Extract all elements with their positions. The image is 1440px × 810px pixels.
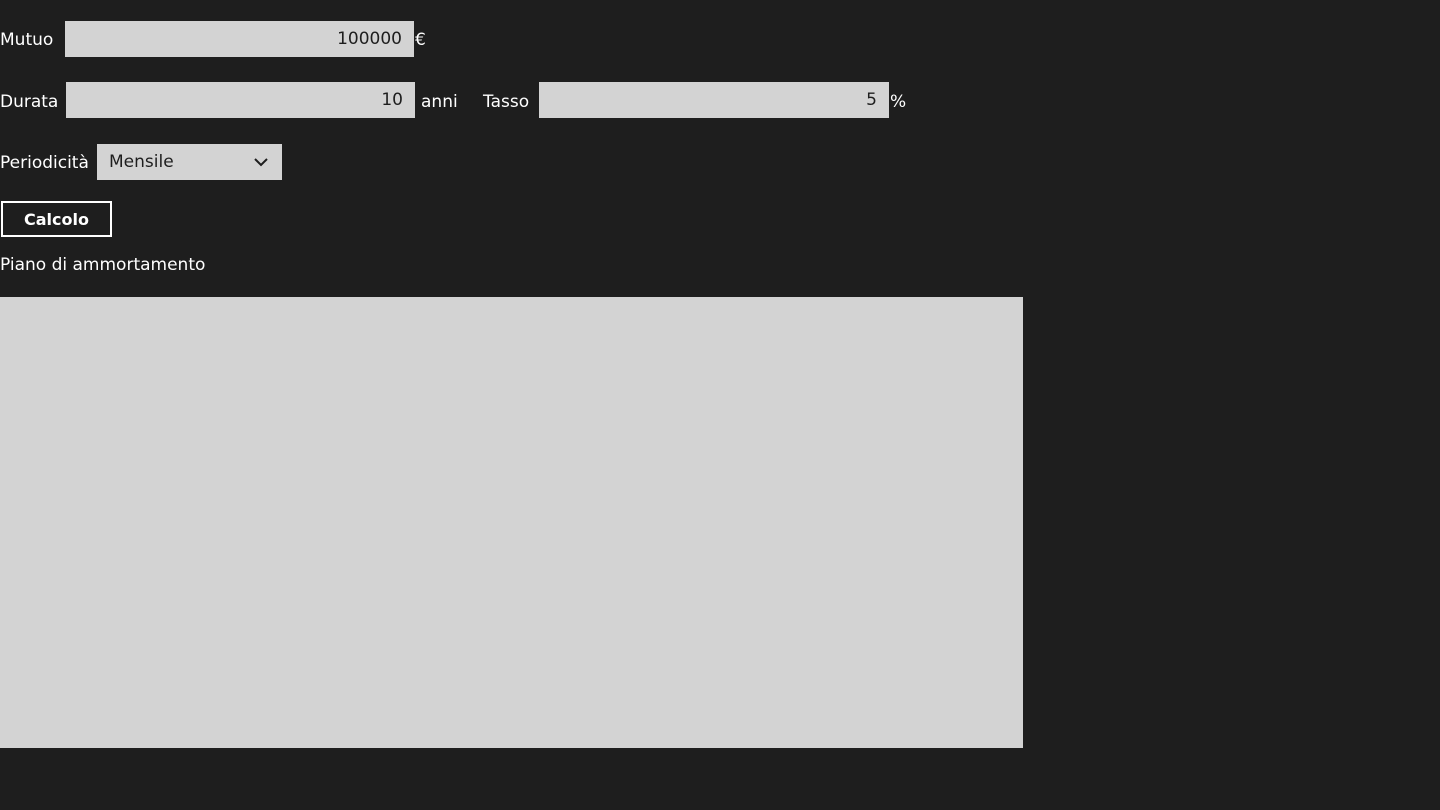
mutuo-label: Mutuo bbox=[0, 30, 54, 50]
durata-label: Durata bbox=[0, 92, 59, 112]
durata-unit: anni bbox=[421, 92, 458, 112]
periodicita-label: Periodicità bbox=[0, 153, 89, 173]
tasso-input[interactable] bbox=[539, 82, 889, 118]
piano-label: Piano di ammortamento bbox=[0, 255, 206, 275]
chevron-down-icon bbox=[254, 158, 268, 167]
durata-input[interactable] bbox=[66, 82, 415, 118]
tasso-label: Tasso bbox=[483, 92, 530, 112]
app-window: Mutuo € Durata anni Tasso % Periodicità … bbox=[0, 0, 1440, 810]
mutuo-input[interactable] bbox=[65, 21, 414, 57]
periodicita-select[interactable]: Mensile bbox=[97, 144, 282, 180]
calcolo-button[interactable]: Calcolo bbox=[1, 201, 112, 237]
mutuo-unit: € bbox=[415, 30, 426, 50]
periodicita-selected-value: Mensile bbox=[109, 152, 174, 172]
amortization-table[interactable] bbox=[0, 297, 1023, 748]
tasso-unit: % bbox=[890, 92, 907, 112]
